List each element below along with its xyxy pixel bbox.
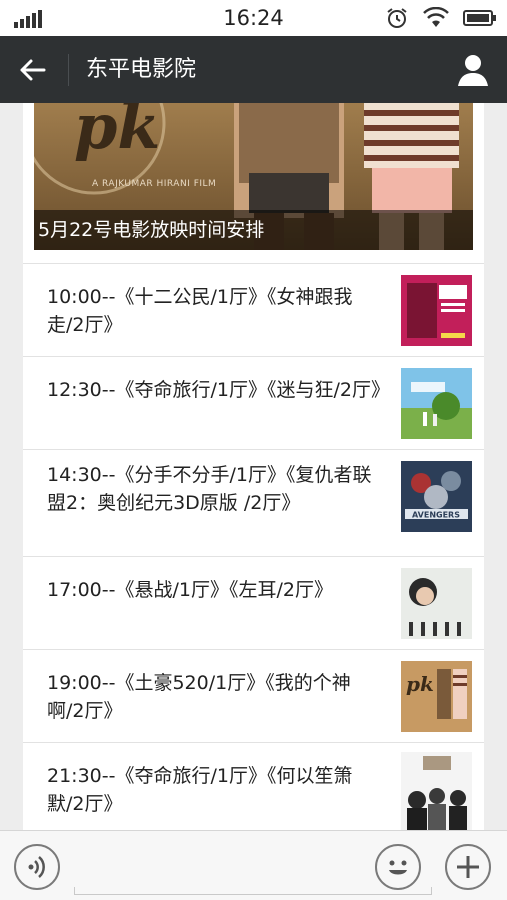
person-icon — [458, 55, 488, 86]
schedule-item[interactable]: 21:30--《夺命旅行/1厅》《何以笙箫默/2厅》 — [23, 742, 484, 830]
movie-poster-icon — [401, 275, 472, 346]
schedule-item-text: 21:30--《夺命旅行/1厅》《何以笙箫默/2厅》 — [47, 765, 353, 815]
emoji-icon — [389, 860, 407, 875]
movie-poster-icon — [401, 568, 472, 639]
message-content[interactable]: pk A RAJKUMAR HIRANI FILM 5月22号电影放映时间安排 … — [0, 103, 507, 830]
title-bar: 东平电影院 — [0, 36, 507, 103]
schedule-item-text: 14:30--《分手不分手/1厅》《复仇者联盟2：奥创纪元3D原版 /2厅》 — [47, 464, 372, 514]
banner-caption: 5月22号电影放映时间安排 — [34, 210, 473, 250]
schedule-item-text: 10:00--《十二公民/1厅》《女神跟我走/2厅》 — [47, 286, 353, 336]
article-banner[interactable]: pk A RAJKUMAR HIRANI FILM 5月22号电影放映时间安排 — [34, 103, 473, 250]
voice-icon — [28, 856, 45, 878]
voice-button[interactable] — [14, 844, 60, 890]
more-button[interactable] — [445, 844, 491, 890]
status-icons — [377, 6, 497, 30]
schedule-item[interactable]: 19:00--《土豪520/1厅》《我的个神啊/2厅》 pk — [23, 649, 484, 742]
movie-poster-icon: pk — [401, 661, 472, 732]
schedule-item[interactable]: 17:00--《悬战/1厅》《左耳/2厅》 — [23, 556, 484, 649]
movie-poster-icon — [401, 752, 472, 830]
schedule-item-text: 19:00--《土豪520/1厅》《我的个神啊/2厅》 — [47, 672, 351, 722]
movie-poster-icon: AVENGERS — [401, 461, 472, 532]
schedule-item[interactable]: 12:30--《夺命旅行/1厅》《迷与狂/2厅》 — [23, 356, 484, 449]
title-divider — [68, 54, 69, 86]
plus-icon — [457, 856, 479, 878]
profile-button[interactable] — [453, 50, 493, 90]
schedule-item[interactable]: 14:30--《分手不分手/1厅》《复仇者联盟2：奥创纪元3D原版 /2厅》 A… — [23, 449, 484, 556]
emoji-button[interactable] — [375, 844, 421, 890]
schedule-item-text: 12:30--《夺命旅行/1厅》《迷与狂/2厅》 — [47, 379, 390, 401]
banner-credit: A RAJKUMAR HIRANI FILM — [92, 179, 217, 189]
svg-text:AVENGERS: AVENGERS — [412, 511, 460, 520]
wifi-icon — [423, 7, 449, 27]
banner-poster-title: pk — [74, 103, 160, 163]
message-input[interactable] — [74, 887, 432, 895]
schedule-item[interactable]: 10:00--《十二公民/1厅》《女神跟我走/2厅》 — [23, 263, 484, 356]
svg-text:pk: pk — [406, 672, 434, 696]
schedule-item-text: 17:00--《悬战/1厅》《左耳/2厅》 — [47, 579, 333, 601]
alarm-icon — [387, 8, 407, 28]
back-button[interactable] — [12, 50, 56, 90]
status-bar: 16:24 — [0, 0, 507, 36]
battery-icon — [463, 10, 496, 26]
arrow-left-icon — [20, 59, 46, 81]
page-title: 东平电影院 — [86, 57, 197, 82]
movie-poster-icon — [401, 368, 472, 439]
input-bar — [0, 830, 507, 900]
